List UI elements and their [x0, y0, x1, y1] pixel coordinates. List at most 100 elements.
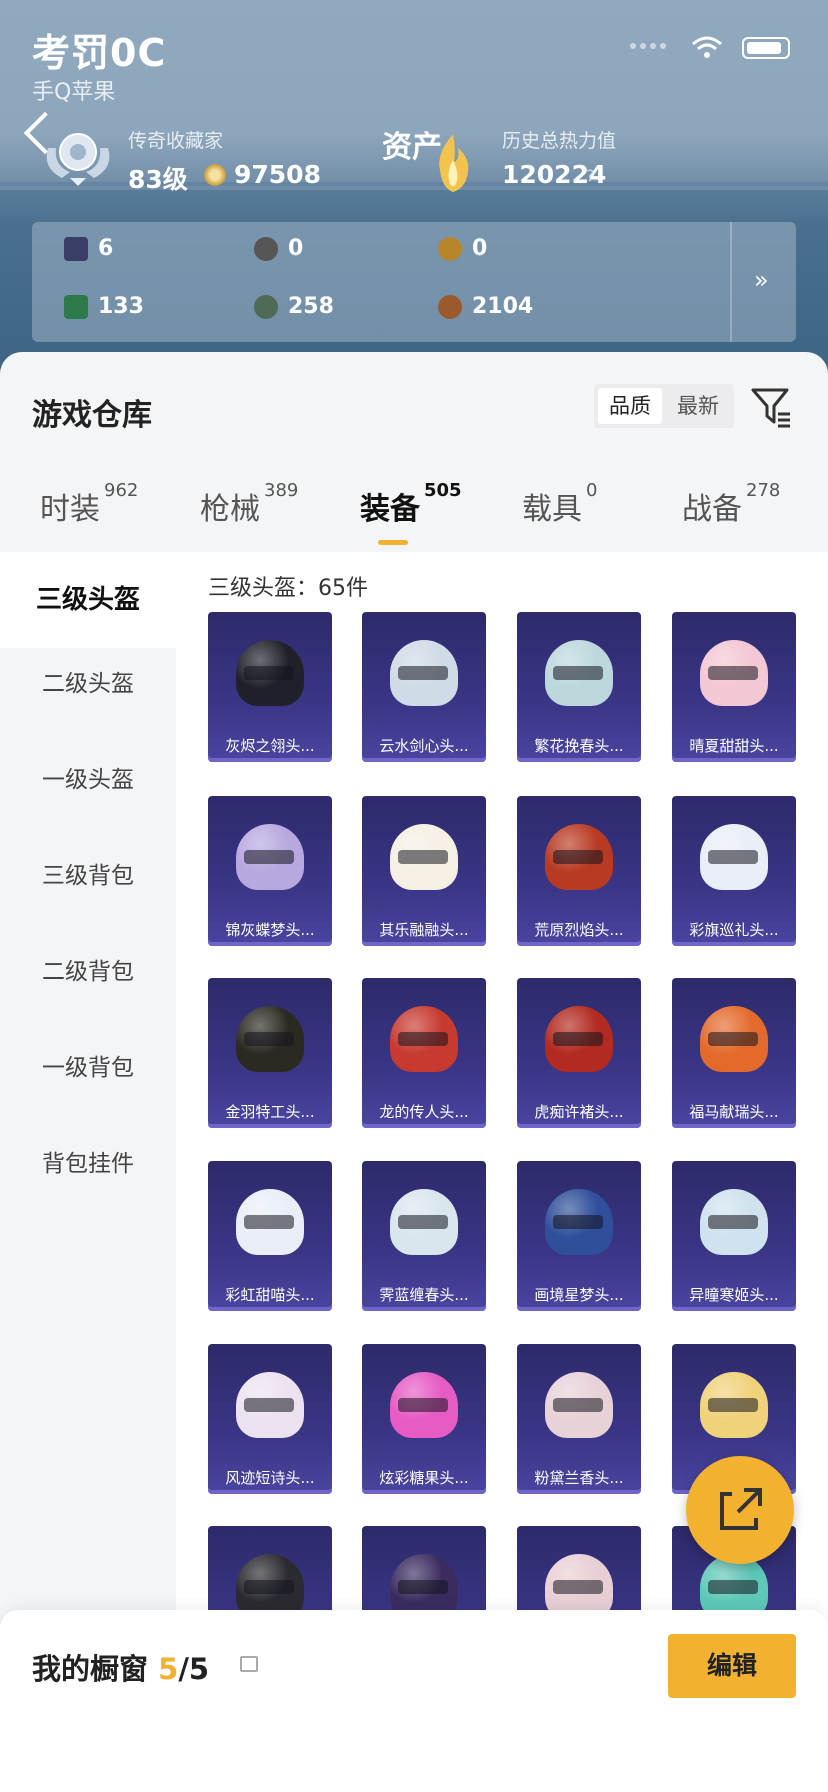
stat-value: 2104 — [472, 294, 534, 319]
sidebar-item-level2-backpack[interactable]: 二级背包 — [0, 952, 176, 986]
helmet-item-card[interactable]: 繁花挽春头... — [517, 612, 641, 762]
helmet-visor — [553, 850, 603, 864]
helmet-item-card[interactable]: 炫彩糖果头... — [362, 1344, 486, 1494]
helmet-item-name: 虎痴许褚头... — [534, 1103, 624, 1121]
helmet-item-card[interactable]: 荒原烈焰头... — [517, 796, 641, 946]
helmet-item-card[interactable]: 龙的传人头... — [362, 978, 486, 1128]
helmet-item-name: 霁蓝缠春头... — [379, 1286, 469, 1304]
showcase-count-current: 5 — [158, 1652, 179, 1686]
sidebar-item-level2-helmet[interactable]: 二级头盔 — [0, 664, 176, 698]
header-horizon — [0, 182, 828, 186]
helmet-visor — [244, 1032, 294, 1046]
edit-button[interactable]: 编辑 — [668, 1634, 796, 1698]
helmet-item-card[interactable]: 画境星梦头... — [517, 1161, 641, 1311]
helmet-visor — [708, 1398, 758, 1412]
helmet-item-card[interactable]: 彩虹甜喵头... — [208, 1161, 332, 1311]
sidebar-item-level1-backpack[interactable]: 一级背包 — [0, 1048, 176, 1082]
platform-label: 手Q苹果 — [32, 80, 116, 105]
helmet-item-card[interactable]: 锦灰蝶梦头... — [208, 796, 332, 946]
sidebar-item-level1-helmet[interactable]: 一级头盔 — [0, 760, 176, 794]
helmet-visor — [244, 666, 294, 680]
helmet-visor — [244, 1580, 294, 1594]
helmet-item-card[interactable]: 虎痴许褚头... — [517, 978, 641, 1128]
tab-label: 时装 — [40, 492, 100, 527]
stat-value: 258 — [288, 294, 334, 319]
sort-toggle: 品质 最新 — [594, 384, 734, 428]
tab-weapons[interactable]: 枪械389 — [200, 480, 298, 528]
warehouse-panel: 游戏仓库 品质 最新 时装962 枪械389 装备505 载具0 战备278 三… — [0, 352, 828, 1792]
stat-item: 6 — [64, 236, 113, 261]
helmet-item-name: 金羽特工头... — [225, 1103, 315, 1121]
tab-count: 962 — [104, 480, 139, 501]
helmet-item-card[interactable]: 灰烬之翎头... — [208, 612, 332, 762]
helmet-item-card[interactable]: 风迹短诗头... — [208, 1344, 332, 1494]
showcase-count-total: /5 — [178, 1652, 210, 1686]
tab-label: 枪械 — [200, 492, 260, 527]
filter-icon[interactable] — [750, 386, 792, 428]
sidebar-item-level3-backpack[interactable]: 三级背包 — [0, 856, 176, 890]
helmet-visor — [553, 666, 603, 680]
tab-supplies[interactable]: 战备278 — [682, 480, 780, 528]
rank-title: 传奇收藏家 — [128, 130, 224, 152]
helmet-item-card[interactable]: 其乐融融头... — [362, 796, 486, 946]
stat-value: 133 — [98, 294, 144, 319]
item-count-label: 三级头盔：65件 — [208, 576, 368, 601]
helmet-visor — [398, 1398, 448, 1412]
item-grid-area: 三级头盔：65件 灰烬之翎头... 云水剑心头... 繁花挽春头... 晴夏甜甜头..… — [176, 552, 828, 1792]
heat-help-icon[interactable]: ? — [586, 166, 595, 185]
heat-title: 历史总热力值 — [502, 130, 617, 152]
stat-item: 133 — [64, 294, 144, 319]
stats-more-button[interactable]: » — [754, 266, 769, 294]
helmet-visor — [398, 1580, 448, 1594]
helmet-item-name: 锦灰蝶梦头... — [225, 921, 315, 939]
helmet-item-name: 风迹短诗头... — [225, 1469, 315, 1487]
helmet-visor — [553, 1580, 603, 1594]
signal-dots-icon — [629, 34, 670, 49]
stat-item: 0 — [438, 236, 487, 261]
stat-item: 0 — [254, 236, 303, 261]
helmet-item-card[interactable]: 晴夏甜甜头... — [672, 612, 796, 762]
helmet-visor — [244, 1398, 294, 1412]
tab-count: 505 — [424, 480, 462, 501]
helmet-item-name: 彩虹甜喵头... — [225, 1286, 315, 1304]
tab-label: 载具 — [522, 492, 582, 527]
coin-value: 97508 — [234, 160, 321, 189]
helmet-visor — [708, 1580, 758, 1594]
helmet-item-name: 繁花挽春头... — [534, 737, 624, 755]
status-icons — [629, 34, 790, 60]
sidebar-item-level3-helmet[interactable]: 三级头盔 — [0, 552, 176, 648]
helmet-item-name: 炫彩糖果头... — [379, 1469, 469, 1487]
helmet-item-name: 彩旗巡礼头... — [689, 921, 779, 939]
category-tabs: 时装962 枪械389 装备505 载具0 战备278 — [0, 474, 828, 554]
helmet-visor — [708, 1215, 758, 1229]
sort-quality-button[interactable]: 品质 — [598, 388, 662, 424]
helmet-visor — [708, 1032, 758, 1046]
helmet-item-name: 龙的传人头... — [379, 1103, 469, 1121]
tab-equipment[interactable]: 装备505 — [360, 480, 462, 528]
sort-newest-button[interactable]: 最新 — [666, 388, 730, 424]
helmet-item-name: 异瞳寒姬头... — [689, 1286, 779, 1304]
helmet-visor — [708, 850, 758, 864]
helmet-item-name: 荒原烈焰头... — [534, 921, 624, 939]
tab-vehicles[interactable]: 载具0 — [522, 480, 597, 528]
helmet-visor — [398, 666, 448, 680]
stat-value: 6 — [98, 236, 114, 261]
helmet-item-card[interactable]: 云水剑心头... — [362, 612, 486, 762]
stat-item: 2104 — [438, 294, 533, 319]
green-card-icon — [64, 295, 88, 319]
helmet-item-card[interactable]: 粉黛兰香头... — [517, 1344, 641, 1494]
tab-fashion[interactable]: 时装962 — [40, 480, 138, 528]
helmet-item-card[interactable]: 彩旗巡礼头... — [672, 796, 796, 946]
helmet-item-card[interactable]: 金羽特工头... — [208, 978, 332, 1128]
helmet-item-card[interactable]: 异瞳寒姬头... — [672, 1161, 796, 1311]
stat-value: 0 — [288, 236, 304, 261]
tab-count: 278 — [746, 480, 781, 501]
helmet-visor — [398, 850, 448, 864]
share-icon — [720, 1488, 762, 1530]
stats-panel: 6 0 0 133 258 2104 » — [32, 222, 796, 342]
helmet-item-card[interactable]: 福马献瑞头... — [672, 978, 796, 1128]
share-button[interactable] — [686, 1456, 794, 1564]
sidebar-item-backpack-charm[interactable]: 背包挂件 — [0, 1144, 176, 1178]
helmet-item-card[interactable]: 霁蓝缠春头... — [362, 1161, 486, 1311]
helmet-visor — [244, 1215, 294, 1229]
